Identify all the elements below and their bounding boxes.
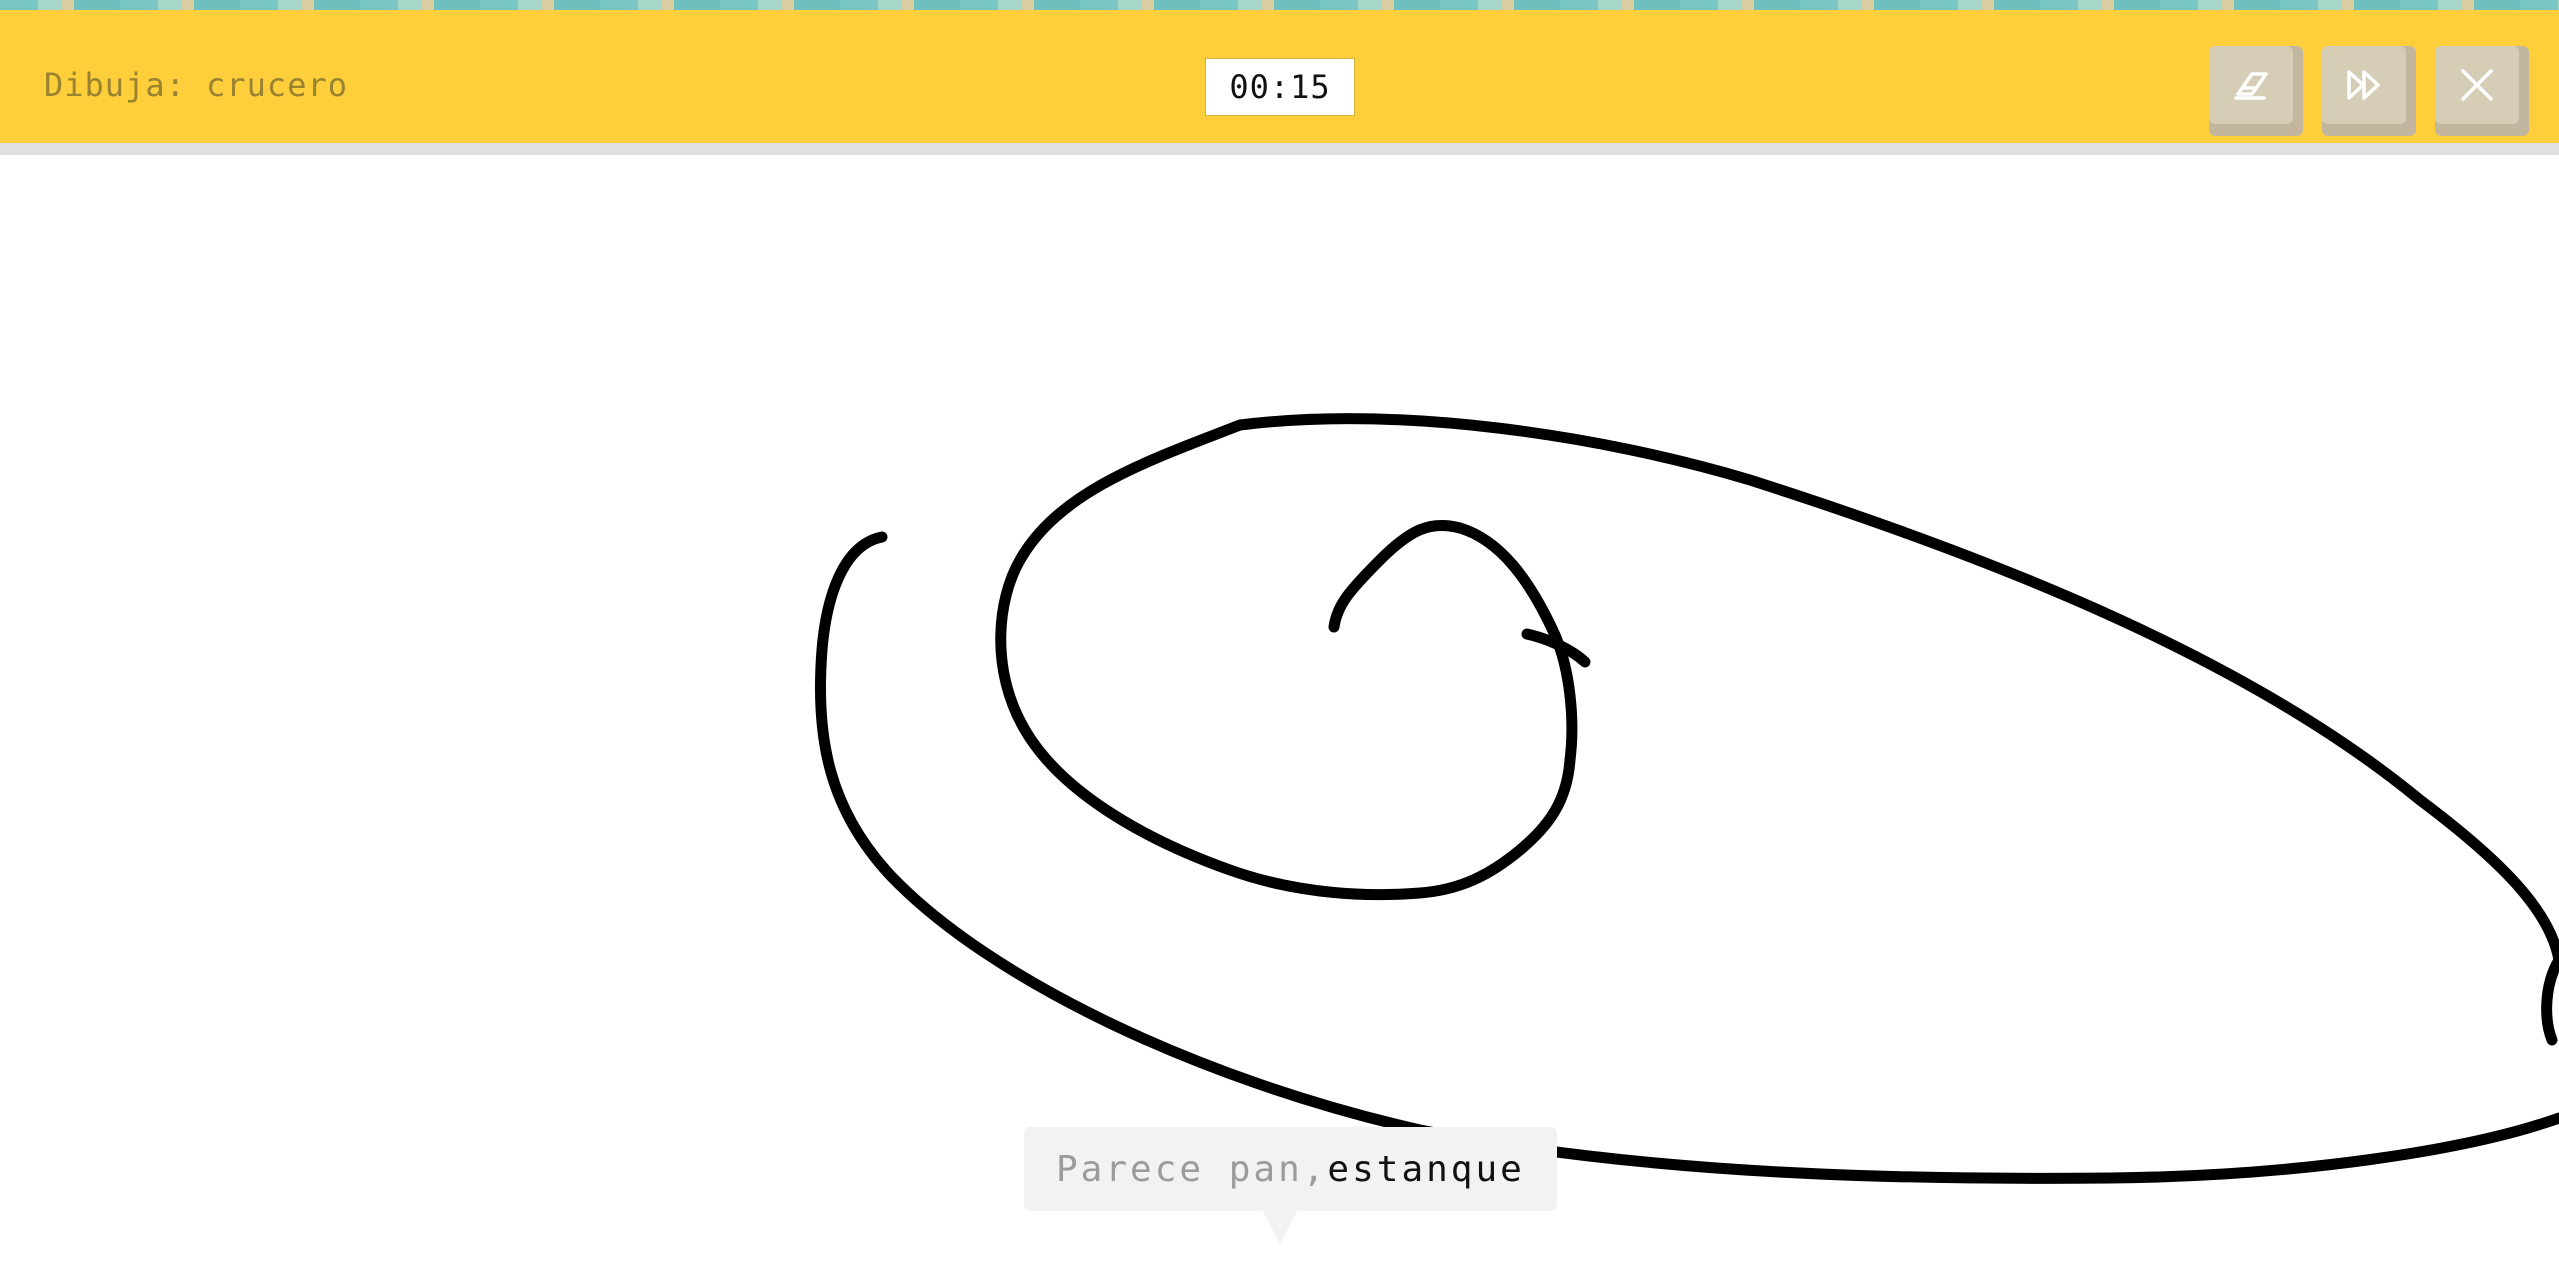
- guess-word: estanque: [1327, 1148, 1525, 1190]
- guess-prefix: Parece pan,: [1056, 1148, 1328, 1190]
- toolbar: Dibuja: crucero 00:15: [0, 10, 2559, 143]
- drawing-canvas[interactable]: [0, 155, 2559, 1284]
- tick-stroke: [1521, 628, 1591, 668]
- swirl-stroke: [995, 413, 2559, 966]
- guess-bubble: Parece pan, estanque: [1024, 1127, 1557, 1211]
- drawing-prompt: Dibuja: crucero: [44, 66, 348, 104]
- fast-forward-icon: [2347, 70, 2380, 100]
- close-button[interactable]: [2435, 46, 2529, 136]
- toolbar-divider: [0, 143, 2559, 155]
- background-strip: [0, 0, 2559, 10]
- outer-edge-curl: [2541, 954, 2559, 1046]
- countdown-timer: 00:15: [1205, 58, 1355, 116]
- outer-stroke: [814, 531, 2559, 1184]
- guess-bubble-tail: [1262, 1210, 1298, 1244]
- eraser-icon: [2234, 72, 2268, 100]
- eraser-button[interactable]: [2209, 46, 2303, 136]
- skip-button[interactable]: [2322, 46, 2416, 136]
- close-icon: [2461, 69, 2493, 101]
